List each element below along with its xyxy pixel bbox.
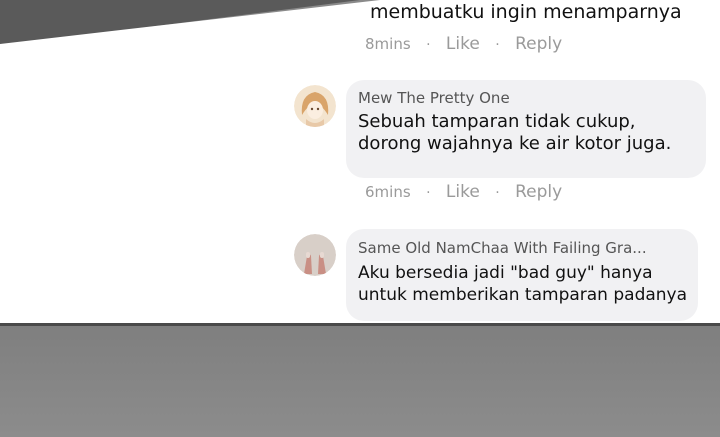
separator-dot: · <box>495 185 500 201</box>
comment-3-line-2: untuk memberikan tamparan padanya <box>358 285 688 305</box>
comment-1-text: membuatku ingin menamparnya <box>370 1 682 23</box>
comment-2-actions: 6mins · Like · Reply <box>365 182 562 202</box>
anime-girl-avatar-icon <box>294 85 336 127</box>
comment-1-time: 8mins <box>365 35 411 53</box>
comment-2-author[interactable]: Mew The Pretty One <box>358 89 510 107</box>
comment-3-line-1: Aku bersedia jadi "bad guy" hanya <box>358 263 653 283</box>
comment-3-text: Aku bersedia jadi "bad guy" hanya untuk … <box>358 262 687 306</box>
separator-dot: · <box>426 37 431 53</box>
comment-3-avatar[interactable] <box>294 234 336 276</box>
comment-2-reply-link[interactable]: Reply <box>515 182 562 202</box>
comment-1-actions: 8mins · Like · Reply <box>365 34 562 54</box>
separator-dot: · <box>495 37 500 53</box>
comment-2-text: Sebuah tamparan tidak cukup, dorong waja… <box>358 111 671 155</box>
empty-gray-area <box>0 326 720 437</box>
comment-1-line-1: membuatku ingin menamparnya <box>370 1 682 23</box>
comment-2-line-2: dorong wajahnya ke air kotor juga. <box>358 133 672 154</box>
comment-2-line-1: Sebuah tamparan tidak cukup, <box>358 111 636 132</box>
comment-2-avatar[interactable] <box>294 85 336 127</box>
comment-1-reply-link[interactable]: Reply <box>515 34 562 54</box>
hands-avatar-icon <box>294 234 336 276</box>
comment-2-like-link[interactable]: Like <box>446 182 480 202</box>
separator-dot: · <box>426 185 431 201</box>
comment-1-like-link[interactable]: Like <box>446 34 480 54</box>
comment-3-author[interactable]: Same Old NamChaa With Failing Gra... <box>358 239 647 257</box>
comment-2-time: 6mins <box>365 183 411 201</box>
